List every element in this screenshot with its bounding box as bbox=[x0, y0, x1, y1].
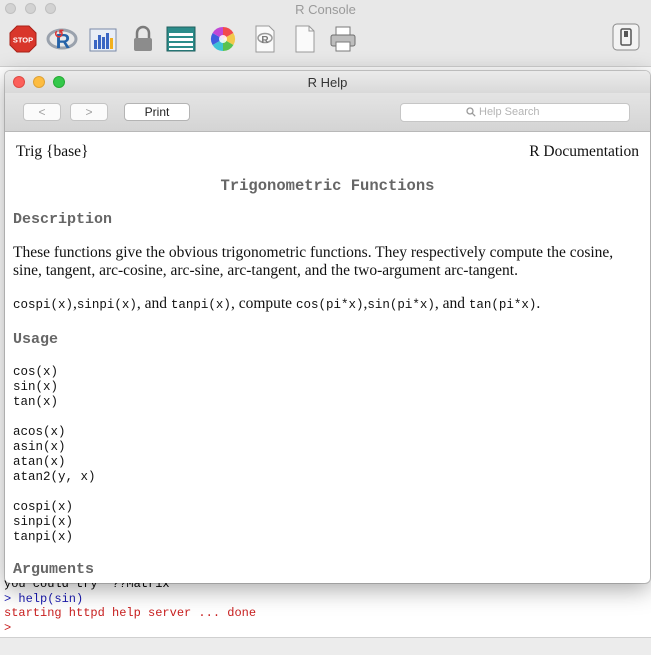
code-inline: sinpi(x) bbox=[76, 298, 137, 312]
printer-icon[interactable] bbox=[328, 24, 358, 54]
svg-text:↺: ↺ bbox=[54, 27, 64, 41]
console-title: R Console bbox=[295, 2, 356, 17]
help-search-input[interactable]: Help Search bbox=[400, 103, 630, 122]
arguments-heading: Arguments bbox=[13, 561, 95, 578]
doc-label: R Documentation bbox=[529, 143, 639, 160]
forward-button[interactable]: > bbox=[70, 103, 108, 121]
stop-label: STOP bbox=[13, 36, 33, 45]
usage-line: tan(x) bbox=[13, 395, 59, 409]
console-status-bar bbox=[0, 637, 651, 655]
usage-line: tanpi(x) bbox=[13, 530, 74, 544]
color-wheel-icon[interactable] bbox=[208, 24, 238, 54]
chart-icon[interactable] bbox=[88, 24, 118, 54]
page-title: Trigonometric Functions bbox=[220, 177, 435, 195]
help-toolbar: < > Print Help Search bbox=[5, 93, 650, 132]
search-placeholder: Help Search bbox=[479, 106, 540, 118]
help-document[interactable]: Trig {base} R Documentation Trigonometri… bbox=[5, 132, 650, 583]
usage-line: cos(x) bbox=[13, 365, 59, 379]
r-icon[interactable]: R ↺ bbox=[46, 24, 78, 54]
document-r-icon[interactable]: R bbox=[250, 24, 280, 54]
help-titlebar: R Help bbox=[5, 71, 650, 93]
topic-label: Trig {base} bbox=[16, 143, 89, 160]
code-inline: tan(pi*x) bbox=[468, 298, 537, 312]
usage-line: atan(x) bbox=[13, 455, 66, 469]
console-prompt: > bbox=[4, 621, 12, 635]
usage-line: acos(x) bbox=[13, 425, 66, 439]
code-inline: sin(pi*x) bbox=[367, 298, 435, 312]
code-inline: cospi(x) bbox=[13, 298, 74, 312]
description-text: These functions give the obvious trigono… bbox=[13, 244, 614, 279]
usage-heading: Usage bbox=[13, 331, 59, 348]
search-icon bbox=[466, 107, 476, 117]
console-line: starting httpd help server ... done bbox=[4, 606, 257, 620]
usage-line: sinpi(x) bbox=[13, 515, 74, 529]
svg-text:R: R bbox=[261, 35, 269, 46]
console-line: > help(sin) bbox=[4, 592, 84, 606]
help-title: R Help bbox=[307, 75, 348, 90]
pi-sentence: cospi(x),sinpi(x), and tanpi(x), compute… bbox=[13, 295, 541, 312]
console-toolbar: STOP R ↺ R bbox=[0, 18, 651, 67]
table-icon[interactable] bbox=[166, 24, 196, 54]
sidebar-toggle-icon[interactable] bbox=[612, 23, 640, 51]
document-icon[interactable] bbox=[290, 24, 320, 54]
r-help-window: R Help < > Print Help Search Trig {base}… bbox=[5, 71, 650, 583]
stop-icon[interactable]: STOP bbox=[8, 24, 38, 54]
code-inline: cos(pi*x) bbox=[295, 298, 364, 312]
back-button[interactable]: < bbox=[23, 103, 61, 121]
lock-icon[interactable] bbox=[128, 24, 158, 54]
description-heading: Description bbox=[13, 211, 113, 228]
usage-line: sin(x) bbox=[13, 380, 59, 394]
print-button[interactable]: Print bbox=[124, 103, 190, 121]
usage-line: atan2(y, x) bbox=[13, 470, 96, 484]
usage-line: asin(x) bbox=[13, 440, 66, 454]
usage-line: cospi(x) bbox=[13, 500, 74, 514]
code-inline: tanpi(x) bbox=[170, 298, 231, 312]
console-titlebar: R Console bbox=[0, 0, 651, 18]
